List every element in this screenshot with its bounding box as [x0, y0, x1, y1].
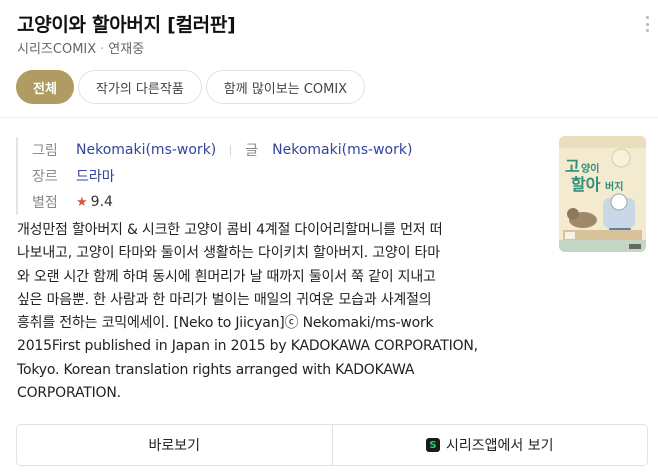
description: 개성만점 할아버지 & 시크한 고양이 콤비 4계절 다이어리할머니를 먼저 떠…	[17, 219, 547, 405]
page-title: 고양이와 할아버지 [컬러판]	[17, 14, 236, 36]
open-in-app-button[interactable]: S 시리즈앱에서 보기	[331, 425, 647, 465]
view-now-button[interactable]: 바로보기	[17, 425, 332, 465]
genre-label: 장르	[32, 169, 58, 185]
star-icon: ★	[76, 194, 88, 210]
svg-text:고: 고	[565, 157, 580, 176]
tab-also-viewed-comix[interactable]: 함께 많이보는 COMIX	[205, 70, 366, 104]
series-app-icon: S	[426, 438, 440, 452]
separator-dot: ·	[100, 42, 105, 57]
description-line: 개성만점 할아버지 & 시크한 고양이 콤비 4계절 다이어리할머니를 먼저 떠	[17, 222, 443, 238]
description-line: CORPORATION.	[17, 385, 121, 402]
more-options-icon[interactable]	[645, 16, 649, 32]
tab-all[interactable]: 전체	[16, 70, 74, 104]
tab-author-other-works[interactable]: 작가의 다른작품	[77, 70, 202, 104]
description-line: 싶은 마음뿐. 한 사람과 한 마리가 벌이는 매일의 귀여운 모습과 사계절의	[17, 291, 432, 308]
view-now-label: 바로보기	[148, 438, 201, 454]
meta-info: 그림 Nekomaki(ms-work) 글 Nekomaki(ms-work)…	[16, 137, 412, 215]
series-subline: 시리즈COMIX · 연재중	[17, 38, 144, 57]
action-bar: 바로보기 S 시리즈앱에서 보기	[16, 424, 648, 466]
meta-row-rating: 별점 ★ 9.4	[32, 189, 412, 215]
cover-art: 고 양이 할아 버지	[559, 136, 646, 252]
svg-text:할아: 할아	[571, 175, 601, 194]
genre-link[interactable]: 드라마	[76, 166, 115, 186]
open-in-app-label: 시리즈앱에서 보기	[446, 438, 554, 454]
story-author-link[interactable]: Nekomaki(ms-work)	[272, 142, 412, 158]
status-label: 연재중	[108, 42, 145, 57]
description-line: 2015First published in Japan in 2015 by …	[17, 338, 478, 355]
cover-image[interactable]: 고 양이 할아 버지	[559, 136, 646, 252]
rating-label: 별점	[32, 195, 58, 211]
art-label: 그림	[32, 143, 58, 159]
description-line: 나보내고, 고양이 타마와 둘이서 생활하는 다이키치 할아버지. 고양이 타마	[17, 245, 440, 262]
tab-bar: 전체 작가의 다른작품 함께 많이보는 COMIX	[16, 70, 366, 104]
description-line: 와 오랜 시간 함께 하며 동시에 흰머리가 날 때까지 둘이서 쭉 같이 지내…	[17, 268, 436, 285]
divider	[0, 117, 658, 118]
meta-row-genre: 장르 드라마	[32, 163, 412, 189]
meta-divider	[230, 144, 232, 156]
rating-value: 9.4	[90, 194, 113, 210]
publisher-label: 시리즈COMIX	[17, 42, 97, 57]
art-author-link[interactable]: Nekomaki(ms-work)	[76, 142, 216, 158]
svg-text:버지: 버지	[605, 180, 623, 193]
story-label: 글	[245, 143, 259, 159]
meta-row-creators: 그림 Nekomaki(ms-work) 글 Nekomaki(ms-work)	[32, 137, 412, 163]
description-line: 흥취를 전하는 코믹에세이. [Neko to Jiicyan]ⓒ Nekoma…	[17, 315, 434, 332]
description-line: Tokyo. Korean translation rights arrange…	[17, 361, 415, 378]
svg-text:양이: 양이	[581, 162, 599, 175]
